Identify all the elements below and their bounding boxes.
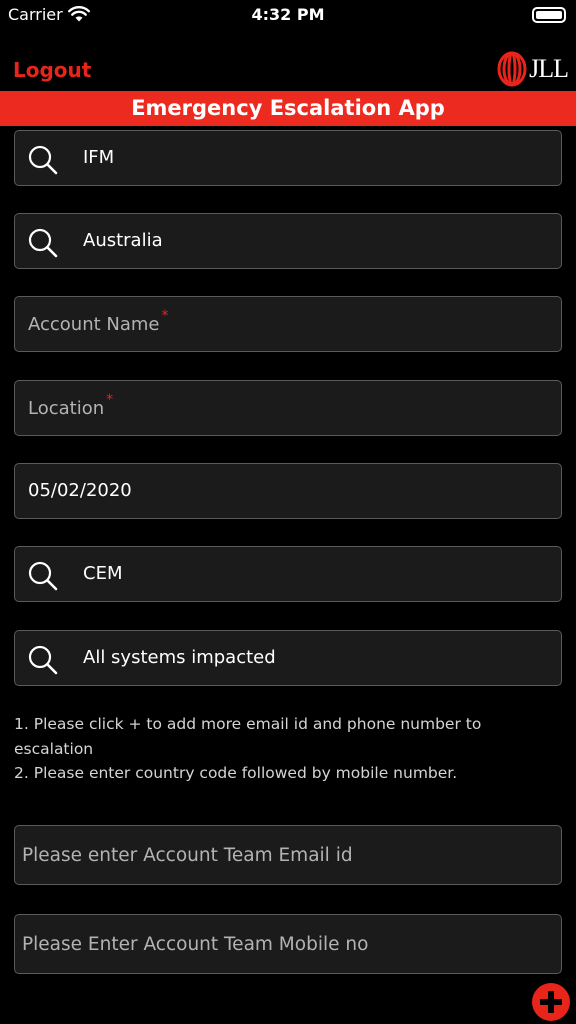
title-bar: Emergency Escalation App [0,91,576,126]
location-placeholder: Location * [28,392,114,419]
business-line-value: IFM [83,147,115,168]
mobile-field-container [14,914,562,974]
search-icon [28,228,58,258]
account-team-email-input[interactable] [15,826,561,884]
instructions: 1. Please click + to add more email id a… [14,712,554,786]
search-icon [28,145,58,175]
instruction-line: 2. Please enter country code followed by… [14,764,458,782]
plus-icon [540,991,562,1013]
battery-icon [532,7,566,23]
account-name-placeholder: Account Name * [28,308,169,335]
clock: 4:32 PM [251,5,325,24]
date-value: 05/02/2020 [28,480,132,501]
required-marker: * [106,392,114,408]
jll-logo: JLL [497,50,569,88]
impact-value: All systems impacted [83,647,276,668]
country-value: Australia [83,230,163,251]
page-title: Emergency Escalation App [131,96,445,120]
impact-select[interactable]: All systems impacted [14,630,562,686]
business-line-select[interactable]: IFM [14,130,562,186]
country-select[interactable]: Australia [14,213,562,269]
account-name-field[interactable]: Account Name * [14,296,562,352]
location-field[interactable]: Location * [14,380,562,436]
date-field[interactable]: 05/02/2020 [14,463,562,519]
status-bar: Carrier 4:32 PM [0,0,576,32]
required-marker: * [161,308,169,324]
add-contact-button[interactable] [532,983,570,1021]
search-icon [28,561,58,591]
instruction-line: 1. Please click + to add more email id a… [14,715,482,758]
jll-logo-mark-icon [497,51,527,87]
category-select[interactable]: CEM [14,546,562,602]
email-field-container [14,825,562,885]
account-team-mobile-input[interactable] [15,915,561,973]
logout-button[interactable]: Logout [13,58,91,82]
logo-text: JLL [529,54,569,83]
search-icon [28,645,58,675]
category-value: CEM [83,563,123,584]
